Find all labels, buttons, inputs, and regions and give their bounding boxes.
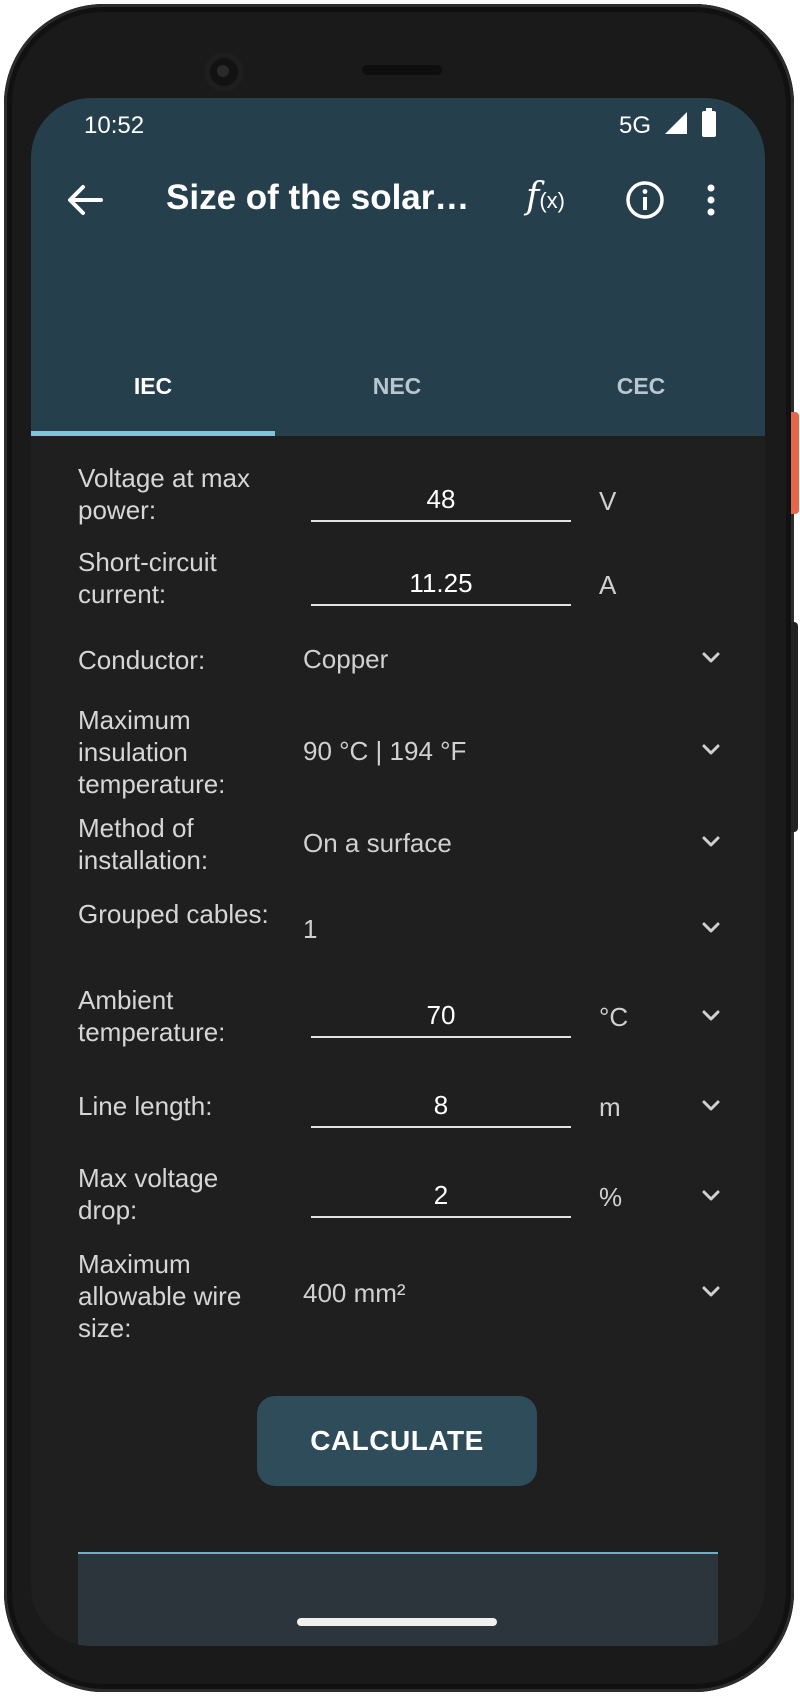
app-bar: 10:52 5G Size of the solar… f(x) (31, 98, 765, 338)
conductor-label: Conductor: (78, 645, 206, 675)
drop-input[interactable]: 2 (311, 1176, 571, 1218)
grouped-row[interactable]: Grouped cables: 1 (31, 898, 765, 964)
installation-row[interactable]: Method of installation: On a surface (31, 812, 765, 878)
current-unit: A (599, 570, 617, 600)
wire-size-select[interactable]: 400 mm² (303, 1278, 406, 1309)
drop-label: Max voltage drop: (78, 1163, 219, 1225)
ambient-unit: °C (599, 1002, 629, 1032)
status-time: 10:52 (84, 112, 145, 139)
phone-screen: 10:52 5G Size of the solar… f(x) IEC NEC… (31, 98, 765, 1646)
voltage-unit: V (599, 486, 617, 516)
length-row: Line length: 8 m (31, 1074, 765, 1144)
chevron-down-icon[interactable] (699, 916, 723, 940)
network-type: 5G (619, 112, 652, 139)
status-bar: 10:52 5G (31, 98, 765, 152)
grouped-select[interactable]: 1 (303, 914, 317, 945)
current-input[interactable]: 11.25 (311, 564, 571, 606)
standards-tab-bar: IEC NEC CEC (31, 338, 765, 436)
grouped-label: Grouped cables: (78, 899, 269, 929)
installation-select[interactable]: On a surface (303, 828, 452, 859)
insulation-label: Maximum insulation temperature: (78, 705, 226, 799)
front-camera (204, 52, 244, 92)
earpiece-speaker (362, 65, 442, 75)
length-unit: m (599, 1092, 621, 1122)
ambient-label: Ambient temperature: (78, 985, 226, 1047)
gesture-navigation-bar[interactable] (297, 1618, 497, 1626)
tab-cec[interactable]: CEC (519, 338, 763, 436)
voltage-row: Voltage at max power: 48 V (31, 462, 765, 532)
more-vert-icon[interactable] (699, 176, 723, 224)
chevron-down-icon[interactable] (699, 738, 723, 762)
chevron-down-icon[interactable] (699, 830, 723, 854)
tab-nec[interactable]: NEC (275, 338, 519, 436)
ambient-row: Ambient temperature: 70 °C (31, 984, 765, 1054)
voltage-label: Voltage at max power: (78, 463, 250, 525)
fx-sub: (x) (539, 188, 565, 213)
wire-size-row[interactable]: Maximum allowable wire size: 400 mm² (31, 1248, 765, 1348)
chevron-down-icon[interactable] (699, 646, 723, 670)
voltage-input[interactable]: 48 (311, 480, 571, 522)
battery-icon (702, 108, 716, 137)
calculate-button[interactable]: CALCULATE (257, 1396, 537, 1486)
conductor-row[interactable]: Conductor: Copper (31, 632, 765, 692)
chevron-down-icon[interactable] (699, 1184, 723, 1208)
arrow-left-icon[interactable] (61, 176, 109, 224)
length-label: Line length: (78, 1091, 213, 1121)
installation-label: Method of installation: (78, 813, 209, 875)
chevron-down-icon[interactable] (699, 1004, 723, 1028)
result-card (78, 1552, 718, 1646)
page-title: Size of the solar… (166, 178, 470, 217)
drop-row: Max voltage drop: 2 % (31, 1162, 765, 1232)
fx-main: f (526, 176, 540, 217)
tab-iec[interactable]: IEC (31, 338, 275, 436)
current-row: Short-circuit current: 11.25 A (31, 546, 765, 616)
length-input[interactable]: 8 (311, 1086, 571, 1128)
power-button (791, 412, 799, 514)
volume-button (791, 622, 798, 832)
function-icon[interactable]: f(x) (526, 176, 565, 217)
current-label: Short-circuit current: (78, 547, 217, 609)
insulation-select[interactable]: 90 °C | 194 °F (303, 736, 466, 767)
info-icon[interactable] (621, 176, 669, 224)
chevron-down-icon[interactable] (699, 1280, 723, 1304)
conductor-select[interactable]: Copper (303, 644, 388, 675)
wire-size-label: Maximum allowable wire size: (78, 1249, 242, 1343)
insulation-row[interactable]: Maximum insulation temperature: 90 °C | … (31, 704, 765, 800)
drop-unit: % (599, 1182, 623, 1212)
signal-icon (665, 112, 687, 134)
chevron-down-icon[interactable] (699, 1094, 723, 1118)
ambient-input[interactable]: 70 (311, 996, 571, 1038)
